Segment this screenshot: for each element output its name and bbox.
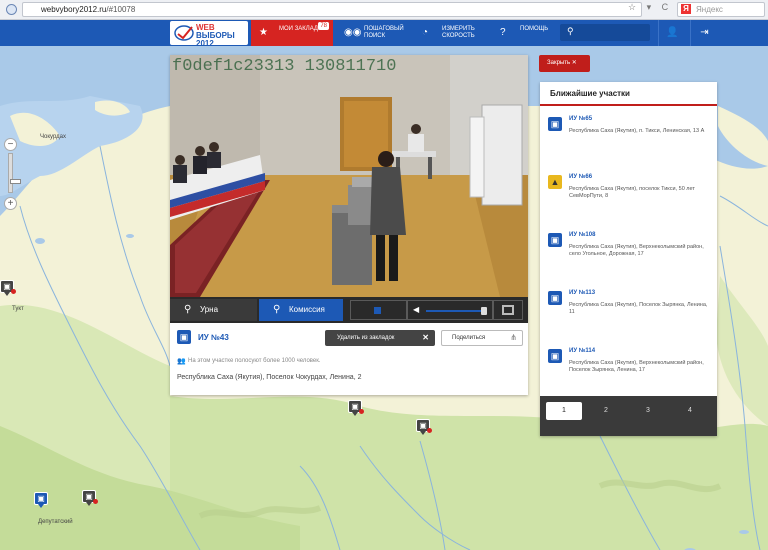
logout-icon: ⇥	[700, 27, 709, 38]
speedometer-icon: ◔	[422, 27, 429, 38]
speaker-icon: ◀	[413, 305, 420, 314]
site-search-input[interactable]: ⚲	[560, 24, 650, 41]
place-label: Чокурдах	[40, 134, 66, 140]
logout-button[interactable]: ⇥	[690, 20, 718, 46]
camera-urn-button[interactable]: ⚲ Урна	[170, 299, 257, 321]
zoom-slider-handle[interactable]	[10, 179, 21, 184]
nearest-station-item[interactable]: ▲ ИУ №66 Республика Саха (Якутия), посел…	[540, 170, 717, 226]
camera-commission-button[interactable]: ⚲ Комиссия	[259, 299, 343, 321]
nav-help[interactable]: ? Помощь	[492, 20, 556, 46]
zoom-out-button[interactable]: −	[4, 138, 17, 151]
station-title: ИУ №43	[198, 333, 229, 342]
polling-room-scene	[170, 55, 528, 297]
close-icon: ✕	[422, 333, 429, 342]
address-bar-icons[interactable]: ☆ ▾ C	[628, 2, 672, 13]
fullscreen-icon	[502, 305, 514, 315]
star-icon: ★	[259, 27, 268, 38]
ballot-box-icon: ▣	[548, 233, 562, 247]
globe-icon	[6, 4, 17, 15]
logo-check-icon	[174, 25, 194, 41]
bookmarks-count-badge: 78	[318, 22, 329, 30]
people-icon: 👥	[177, 358, 186, 365]
nav-speed-test[interactable]: ◔ Измерить скорость	[414, 20, 490, 46]
camera-id-overlay: f0def1c23313 130811710	[172, 57, 397, 76]
nearest-station-item[interactable]: ▣ ИУ №114 Республика Саха (Якутия), Верх…	[540, 344, 717, 400]
search-icon: ⚲	[567, 26, 574, 36]
map-station-pin[interactable]: ▣	[348, 400, 364, 416]
video-stream[interactable]: f0def1c23313 130811710	[170, 55, 528, 297]
nearest-station-item[interactable]: ▣ ИУ №113 Республика Саха (Якутия), Посе…	[540, 286, 717, 342]
volume-track	[426, 310, 486, 312]
ballot-box-icon: ▣	[548, 291, 562, 305]
share-button[interactable]: Поделиться ⋔	[441, 330, 523, 346]
user-button[interactable]: 👤	[658, 20, 686, 46]
nearest-station-item[interactable]: ▣ ИУ №108 Республика Саха (Якутия), Верх…	[540, 228, 717, 284]
logo-text: WEB ВЫБОРЫ 2012	[196, 23, 235, 48]
address-bar[interactable]: webvybory2012.ru/#10078	[22, 2, 642, 17]
zoom-in-button[interactable]: +	[4, 197, 17, 210]
nearest-station-item[interactable]: ▣ ИУ №65 Республика Саха (Якутия), п. Ти…	[540, 112, 717, 168]
remove-bookmark-button[interactable]: Удалить из закладок ✕	[325, 330, 435, 346]
station-info: ▣ ИУ №43 Удалить из закладок ✕ Поделитьс…	[170, 323, 528, 395]
url-path: /#10078	[106, 5, 136, 14]
pagination: 1 2 3 4	[540, 396, 717, 436]
place-label: Депутатский	[38, 519, 73, 525]
place-label: Тукт	[12, 306, 24, 312]
ballot-box-icon: ▣	[548, 117, 562, 131]
nearest-stations-title: Ближайшие участки	[540, 82, 717, 106]
volume-handle[interactable]	[481, 307, 487, 315]
help-icon: ?	[500, 27, 506, 38]
binoculars-icon: ◉◉	[344, 27, 362, 38]
volume-slider[interactable]: ◀	[407, 300, 493, 320]
map-station-pin[interactable]: ▣	[0, 280, 16, 296]
map-station-pin-selected[interactable]: ▣	[34, 492, 48, 508]
nav-bookmarks[interactable]: ★ Мои закладки 78	[251, 20, 333, 46]
page-button-3[interactable]: 3	[630, 402, 666, 420]
share-icon: ⋔	[510, 333, 517, 342]
map-station-pin[interactable]: ▣	[416, 419, 432, 435]
browser-toolbar: webvybory2012.ru/#10078 ☆ ▾ C Яндекс Я	[0, 0, 768, 20]
stop-button[interactable]	[350, 300, 407, 320]
voter-count-text: На этом участке полосуют более 1000 чело…	[188, 358, 321, 364]
zoom-control[interactable]: − +	[4, 138, 21, 210]
camera-icon: ⚲	[184, 304, 192, 315]
stop-icon	[374, 307, 381, 314]
station-video-panel: f0def1c23313 130811710 ⚲ Урна ⚲ Комиссия…	[170, 55, 528, 395]
page-button-4[interactable]: 4	[672, 402, 708, 420]
station-address: Республика Саха (Якутия), Поселок Чокурд…	[177, 374, 362, 381]
video-controls: ⚲ Урна ⚲ Комиссия ◀	[170, 297, 528, 323]
zoom-slider[interactable]	[8, 153, 21, 193]
logo[interactable]: WEB ВЫБОРЫ 2012	[170, 21, 248, 48]
ballot-box-icon: ▣	[177, 330, 191, 344]
nearest-stations-panel: Ближайшие участки ▣ ИУ №65 Республика Са…	[540, 82, 717, 436]
ballot-box-icon: ▣	[548, 349, 562, 363]
page-button-1[interactable]: 1	[546, 402, 582, 420]
close-button[interactable]: Закрыть ✕	[539, 55, 590, 72]
map-station-pin[interactable]: ▣	[82, 490, 98, 506]
yandex-icon: Я	[681, 4, 691, 14]
url-domain: webvybory2012.ru	[41, 5, 107, 14]
fullscreen-button[interactable]	[493, 300, 523, 320]
warning-ballot-icon: ▲	[548, 175, 562, 189]
camera-icon: ⚲	[273, 304, 281, 315]
user-icon: 👤	[666, 27, 679, 38]
page-button-2[interactable]: 2	[588, 402, 624, 420]
nav-step-search[interactable]: ◉◉ Пошаговый поиск	[336, 20, 414, 46]
